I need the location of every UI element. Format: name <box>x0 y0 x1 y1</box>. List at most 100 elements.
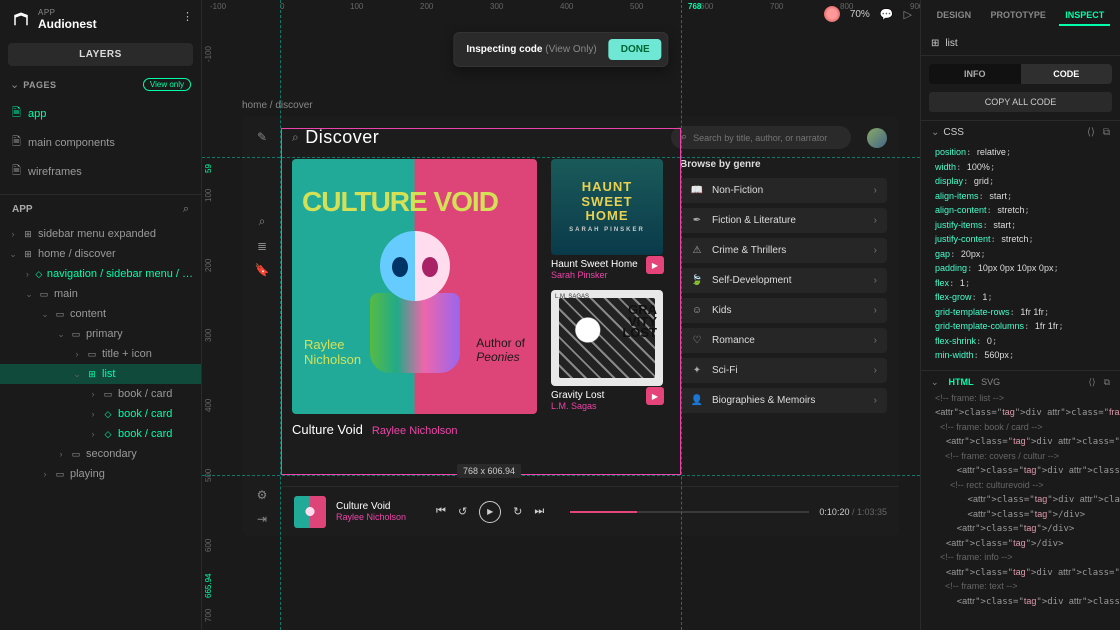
profile-avatar[interactable] <box>867 128 887 148</box>
brand-name: Audionest <box>38 17 97 31</box>
zoom-level[interactable]: 70% <box>850 9 870 20</box>
pen-icon[interactable]: ✎ <box>257 130 267 144</box>
next-icon[interactable]: ⏭ <box>534 505 544 518</box>
left-panel: APP Audionest ⋮ LAYERS ⌄PAGES View only … <box>0 0 202 630</box>
time-elapsed: 0:10:20 <box>819 507 849 517</box>
genre-icon: ✒ <box>690 215 704 226</box>
subtab-code[interactable]: CODE <box>1021 64 1113 84</box>
chevron-right-icon: › <box>874 335 877 346</box>
layer-row[interactable]: ›▭title + icon <box>0 344 201 364</box>
artboard-main: ⌕Discover ⌕ CULTURE VOID Raylee Nicholso… <box>282 116 899 480</box>
genre-item[interactable]: ✦Sci-Fi› <box>680 358 887 383</box>
css-code[interactable]: position: relative; width: 100%; display… <box>921 144 1120 370</box>
cover-art <box>360 231 470 391</box>
layer-row[interactable]: ⌄▭content <box>0 304 201 324</box>
inspector-breadcrumb: ⊞list <box>921 32 1120 56</box>
search-field[interactable]: ⌕ <box>671 126 851 149</box>
layers-tree: ›⊞sidebar menu expanded⌄⊞home / discover… <box>0 224 201 630</box>
layer-row[interactable]: ›▭playing <box>0 464 201 484</box>
kebab-icon[interactable]: ⋮ <box>182 10 193 23</box>
subtab-info[interactable]: INFO <box>929 64 1021 84</box>
user-avatar[interactable] <box>824 6 840 22</box>
library-icon[interactable]: ≣ <box>257 239 267 253</box>
copy-icon[interactable]: ⧉ <box>1104 377 1110 388</box>
layer-row[interactable]: ›◇book / card <box>0 424 201 444</box>
genre-item[interactable]: 👤Biographies & Memoirs› <box>680 388 887 413</box>
done-button[interactable]: DONE <box>609 39 662 60</box>
layer-row[interactable]: ›◇navigation / sidebar menu / … <box>0 264 201 284</box>
layer-row[interactable]: ⌄⊞home / discover <box>0 244 201 264</box>
player-author: Raylee Nicholson <box>336 512 406 522</box>
page-icon: 🗎 <box>12 104 22 123</box>
play-button[interactable]: ▶ <box>646 387 664 405</box>
tab-inspect[interactable]: INSPECT <box>1059 6 1110 26</box>
view-only-badge: View only <box>143 78 191 91</box>
ruler-vertical: -200-10059100200300400500600665.94700800… <box>202 16 222 630</box>
player-cover[interactable] <box>294 496 326 528</box>
book-card[interactable]: L.M. SAGASGRAVITYLOSTGravity LostL.M. Sa… <box>551 290 666 411</box>
genre-list: 📖Non-Fiction› ✒Fiction & Literature› ⚠Crim… <box>680 178 887 413</box>
tab-design[interactable]: DESIGN <box>931 6 978 26</box>
brand-header: APP Audionest ⋮ <box>0 0 201 39</box>
html-code[interactable]: <!-- frame: list --> <attr">class="tag">… <box>921 390 1120 616</box>
page-item[interactable]: 🗎wireframes <box>0 157 201 186</box>
layer-row[interactable]: ›⊞sidebar menu expanded <box>0 224 201 244</box>
css-section-header[interactable]: ⌄CSS⟨⟩⧉ <box>921 121 1120 144</box>
feature-title: Culture Void <box>292 422 363 437</box>
guide-horizontal <box>202 157 920 158</box>
genre-item[interactable]: ♡Romance› <box>680 328 887 353</box>
prev-icon[interactable]: ⏮ <box>436 505 446 518</box>
canvas[interactable]: -200-10001002003004005006007007688009001… <box>202 0 920 630</box>
book-card[interactable]: HAUNTSWEETHOMESARAH PINSKERHaunt Sweet H… <box>551 159 666 280</box>
logout-icon[interactable]: ⇥ <box>257 512 267 526</box>
layer-row[interactable]: ›▭book / card <box>0 384 201 404</box>
code-icon[interactable]: ⟨⟩ <box>1087 127 1095 138</box>
layer-row[interactable]: ⌄▭main <box>0 284 201 304</box>
bookmark-icon[interactable]: 🔖 <box>255 263 270 277</box>
genre-item[interactable]: ⚠Crime & Thrillers› <box>680 238 887 263</box>
settings-icon[interactable]: ⚙ <box>257 488 268 502</box>
side-cards: HAUNTSWEETHOMESARAH PINSKERHaunt Sweet H… <box>551 159 666 437</box>
breadcrumb: home / discover <box>242 100 313 111</box>
pages-header[interactable]: ⌄PAGES View only <box>0 70 201 99</box>
feature-author: Raylee Nicholson <box>372 425 458 437</box>
forward-icon[interactable]: ↻ <box>513 505 522 518</box>
genre-item[interactable]: 🍃Self-Development› <box>680 268 887 293</box>
artboard: ✎ ⌕ ≣ 🔖 ⚙ ⇥ ⌕Discover ⌕ <box>242 116 899 536</box>
search-icon[interactable]: ⌕ <box>183 203 189 216</box>
chevron-right-icon: › <box>874 185 877 196</box>
page-item[interactable]: 🗎main components <box>0 128 201 157</box>
layer-row[interactable]: ⌄▭primary <box>0 324 201 344</box>
layer-row[interactable]: ⌄⊞list <box>0 364 201 384</box>
page-icon: 🗎 <box>12 162 22 181</box>
rewind-icon[interactable]: ↺ <box>458 505 467 518</box>
layer-row[interactable]: ›◇book / card <box>0 404 201 424</box>
search-icon[interactable]: ⌕ <box>259 214 266 229</box>
comment-icon[interactable]: 💬 <box>880 8 894 21</box>
layers-tab[interactable]: LAYERS <box>8 43 193 66</box>
progress-bar[interactable] <box>570 511 809 513</box>
code-icon[interactable]: ⟨⟩ <box>1089 377 1096 388</box>
copy-all-button[interactable]: COPY ALL CODE <box>929 92 1112 112</box>
page-item[interactable]: 🗎app <box>0 99 201 128</box>
genre-item[interactable]: ✒Fiction & Literature› <box>680 208 887 233</box>
code-tab-svg[interactable]: SVG <box>981 377 1000 387</box>
layer-row[interactable]: ›▭secondary <box>0 444 201 464</box>
play-button[interactable]: ▶ <box>479 501 501 523</box>
feature-card[interactable]: CULTURE VOID Raylee Nicholson Author ofP… <box>292 159 537 437</box>
copy-icon[interactable]: ⧉ <box>1103 127 1110 138</box>
genre-item[interactable]: 📖Non-Fiction› <box>680 178 887 203</box>
cover-title-right: RE VOID <box>390 186 498 217</box>
genre-icon: ✦ <box>690 365 704 376</box>
brand-icon <box>12 11 30 29</box>
genre-item[interactable]: ☺Kids› <box>680 298 887 323</box>
play-icon[interactable]: ▷ <box>904 8 912 21</box>
brand-label: APP <box>38 8 97 17</box>
search-input[interactable] <box>693 133 841 143</box>
app-section-header: APP ⌕ <box>0 194 201 224</box>
chevron-right-icon: › <box>874 395 877 406</box>
genre-icon: ♡ <box>690 335 704 346</box>
play-button[interactable]: ▶ <box>646 256 664 274</box>
tab-prototype[interactable]: PROTOTYPE <box>985 6 1052 26</box>
code-tab-html[interactable]: HTML <box>949 377 974 387</box>
